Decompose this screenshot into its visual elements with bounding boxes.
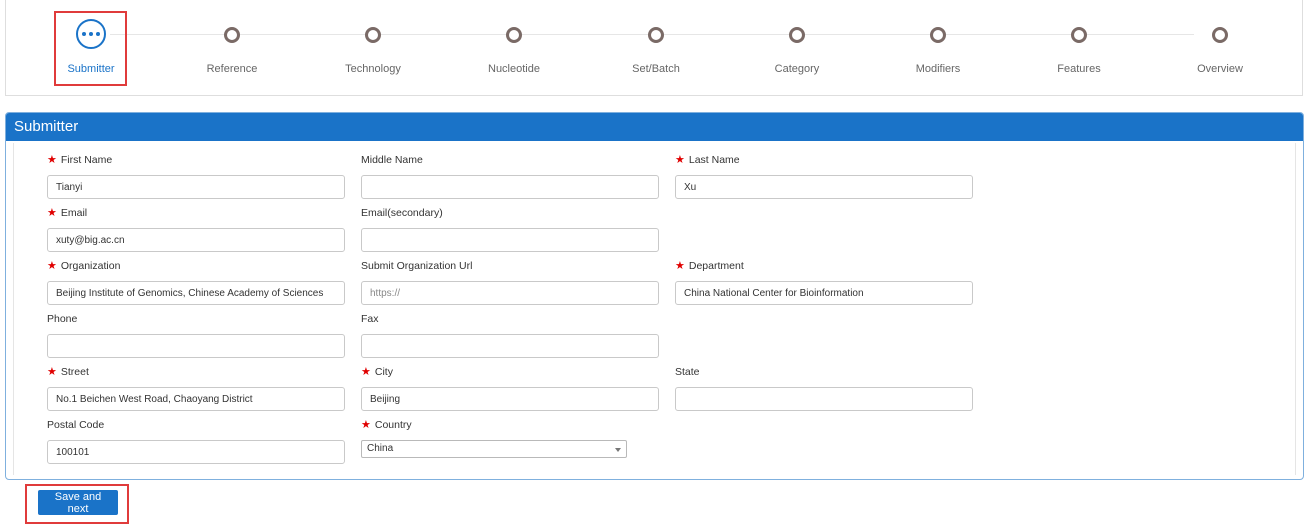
email-group: ★ Email [47,206,345,252]
department-label: Department [688,260,744,272]
step-set-batch[interactable]: Set/Batch [591,0,721,96]
department-group: ★ Department [675,259,973,305]
country-select[interactable]: China [361,440,627,458]
organization-group: ★ Organization [47,259,345,305]
organization-field[interactable] [47,281,345,305]
step-overview[interactable]: Overview [1155,0,1285,96]
street-label: Street [60,366,89,378]
panel-title: Submitter [6,113,1303,141]
state-group: State [675,365,973,411]
last-name-group: ★ Last Name [675,153,973,199]
step-label: Category [774,63,820,75]
required-star-icon: ★ [675,260,685,272]
step-pending-icon [930,27,946,43]
step-nucleotide[interactable]: Nucleotide [449,0,579,96]
middle-name-group: Middle Name [361,153,659,199]
step-pending-icon [789,27,805,43]
phone-field[interactable] [47,334,345,358]
fax-label: Fax [361,313,379,325]
fax-field[interactable] [361,334,659,358]
phone-group: Phone [47,312,345,358]
last-name-field[interactable] [675,175,973,199]
email-field[interactable] [47,228,345,252]
org-url-group: Submit Organization Url [361,259,659,305]
postal-code-field[interactable] [47,440,345,464]
required-star-icon: ★ [47,260,57,272]
step-label: Reference [206,63,258,75]
country-selected-value: China [367,443,394,454]
street-group: ★ Street [47,365,345,411]
step-pending-icon [224,27,240,43]
required-star-icon: ★ [47,154,57,166]
step-pending-icon [506,27,522,43]
submitter-form: ★First Name Middle Name ★Last Name ★Emai… [13,143,1296,475]
step-pending-icon [1212,27,1228,43]
postal-code-group: Postal Code [47,418,345,464]
highlight-box-step [54,11,127,86]
step-label: Nucleotide [488,63,540,75]
email-label: Email [60,207,88,219]
department-field[interactable] [675,281,973,305]
save-and-next-button[interactable]: Save and next [38,490,118,515]
country-group: ★ Country China [361,418,627,458]
first-name-label: First Name [60,154,113,166]
submitter-panel: Submitter ★First Name Middle Name ★Last … [5,112,1304,480]
fax-group: Fax [361,312,659,358]
street-field[interactable] [47,387,345,411]
middle-name-label: Middle Name [361,154,423,166]
required-star-icon: ★ [47,207,57,219]
first-name-group: ★ First Name [47,153,345,199]
state-field[interactable] [675,387,973,411]
step-label: Overview [1197,63,1243,75]
step-pending-icon [648,27,664,43]
org-url-label: Submit Organization Url [361,260,473,272]
phone-label: Phone [47,313,78,325]
step-technology[interactable]: Technology [308,0,438,96]
city-label: City [374,366,393,378]
required-star-icon: ★ [675,154,685,166]
step-label: Technology [345,63,401,75]
required-star-icon: ★ [361,419,371,431]
required-star-icon: ★ [361,366,371,378]
step-modifiers[interactable]: Modifiers [873,0,1003,96]
state-label: State [675,366,700,378]
email-secondary-label: Email(secondary) [361,207,443,219]
step-reference[interactable]: Reference [167,0,297,96]
middle-name-field[interactable] [361,175,659,199]
email-secondary-group: Email(secondary) [361,206,659,252]
last-name-label: Last Name [688,154,740,166]
city-field[interactable] [361,387,659,411]
step-category[interactable]: Category [732,0,862,96]
step-label: Features [1057,63,1101,75]
progress-stepper: Submitter Reference Technology Nucleotid… [5,0,1303,96]
org-url-field[interactable] [361,281,659,305]
organization-label: Organization [60,260,121,272]
country-label: Country [374,419,412,431]
step-label: Set/Batch [632,63,680,75]
email-secondary-field[interactable] [361,228,659,252]
chevron-down-icon [615,448,621,452]
step-pending-icon [365,27,381,43]
step-label: Modifiers [915,63,961,75]
step-pending-icon [1071,27,1087,43]
step-features[interactable]: Features [1014,0,1144,96]
required-star-icon: ★ [47,366,57,378]
city-group: ★ City [361,365,659,411]
postal-code-label: Postal Code [47,419,105,431]
first-name-field[interactable] [47,175,345,199]
